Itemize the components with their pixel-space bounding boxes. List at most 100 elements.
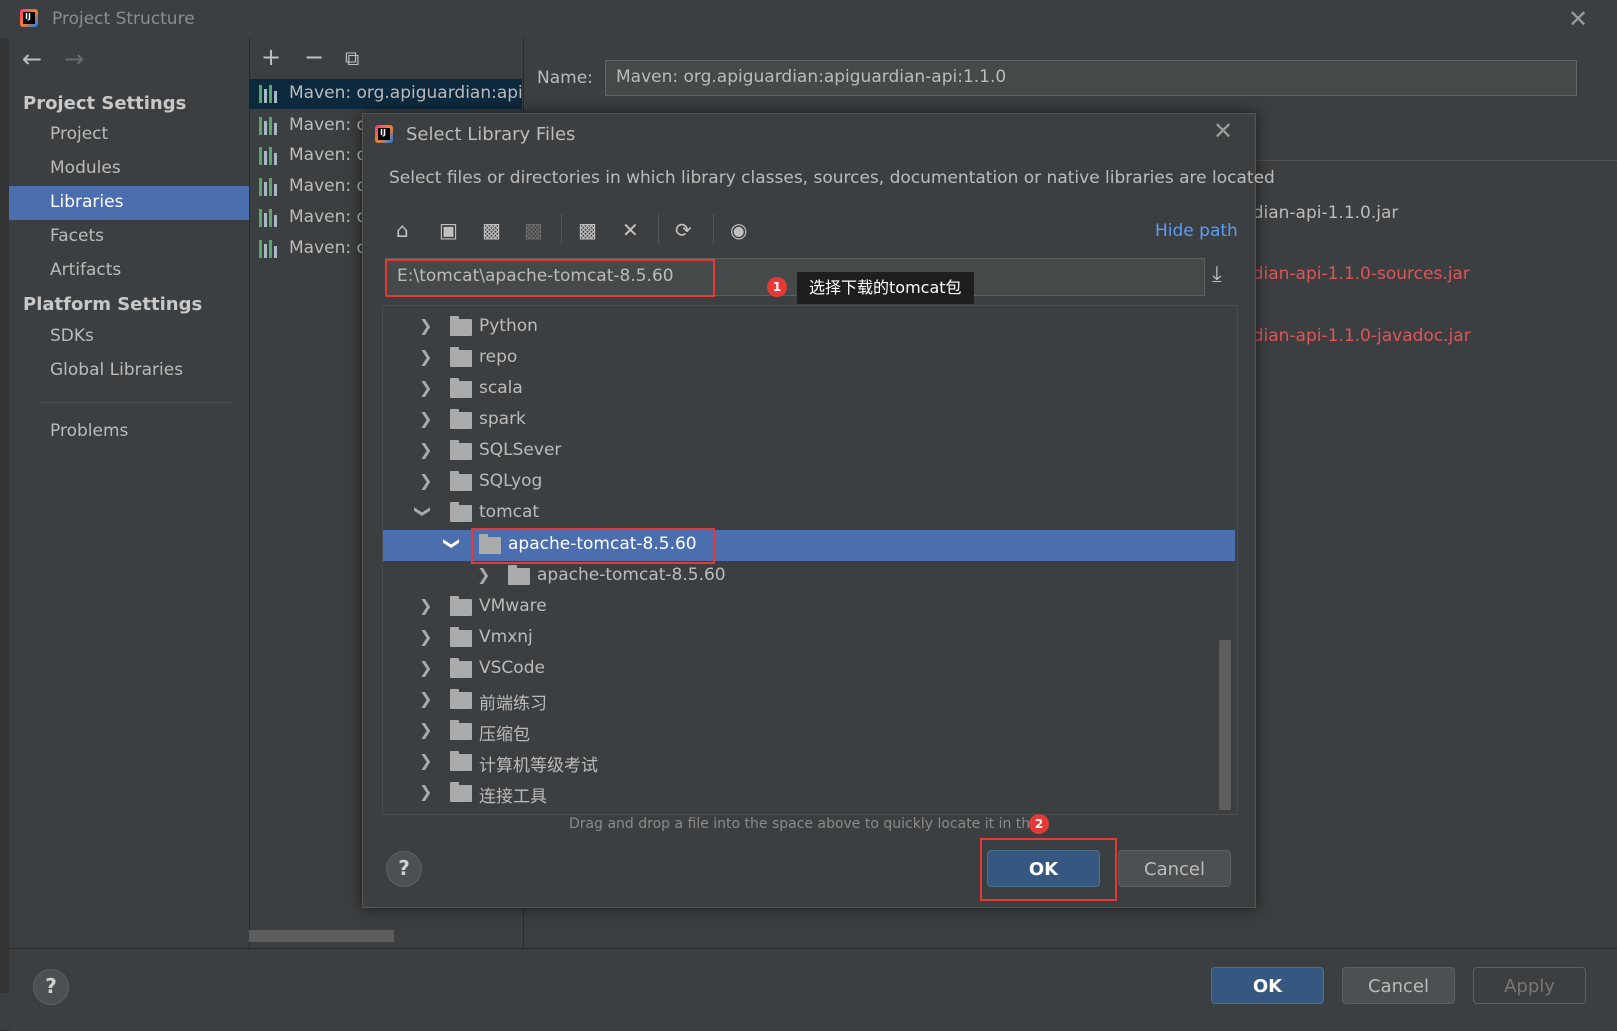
tree-row[interactable]: ❯ Python [383, 312, 1235, 343]
folder-icon [450, 720, 472, 740]
delete-icon[interactable]: ✕ [622, 218, 639, 242]
classes-jar-entry[interactable]: rdian-api-1.1.0.jar [1246, 203, 1398, 223]
chevron-right-icon: ❯ [477, 565, 491, 584]
tree-row[interactable]: ❯ 计算机等级考试 [383, 747, 1235, 778]
sidebar-item-project[interactable]: Project [9, 118, 249, 152]
sidebar-item-facets[interactable]: Facets [9, 220, 249, 254]
help-button[interactable]: ? [33, 969, 69, 1005]
dialog-cancel-button[interactable]: Cancel [1118, 850, 1231, 887]
intellij-logo-icon: IJ [20, 9, 38, 27]
tree-row[interactable]: ❯ spark [383, 405, 1235, 436]
sidebar-item-global-libraries[interactable]: Global Libraries [9, 354, 249, 388]
name-field[interactable]: Maven: org.apiguardian:apiguardian-api:1… [605, 60, 1577, 96]
remove-icon[interactable]: − [304, 43, 324, 71]
chevron-down-icon: ❯ [414, 504, 434, 519]
folder-icon [450, 316, 472, 336]
folder-icon [450, 658, 472, 678]
library-icon [259, 117, 281, 135]
tree-row[interactable]: ❯ tomcat [383, 498, 1235, 529]
sidebar-item-modules[interactable]: Modules [9, 152, 249, 186]
new-folder-icon[interactable]: ▩ [578, 218, 597, 242]
path-annotation-box [385, 259, 715, 297]
tree-row[interactable]: ❯ repo [383, 343, 1235, 374]
selection-annotation-box [471, 528, 715, 564]
tree-row[interactable]: ❯ VMware [383, 592, 1235, 623]
back-arrow-icon[interactable]: ← [22, 45, 42, 73]
tree-row[interactable]: ❯ VSCode [383, 654, 1235, 685]
sidebar-item-libraries[interactable]: Libraries [9, 186, 249, 220]
tree-row[interactable]: ❯ 前端练习 [383, 685, 1235, 716]
name-label: Name: [537, 68, 593, 88]
show-hidden-icon[interactable]: ◉ [730, 218, 747, 242]
module-folder-icon[interactable]: ▩ [524, 218, 543, 242]
chevron-right-icon: ❯ [419, 471, 433, 490]
annotation-tooltip: 选择下载的tomcat包 [797, 272, 974, 304]
folder-icon [450, 409, 472, 429]
ok-button[interactable]: OK [1211, 967, 1324, 1004]
sidebar-item-sdks[interactable]: SDKs [9, 320, 249, 354]
dialog-help-button[interactable]: ? [386, 851, 422, 887]
tree-row[interactable]: ❯ SQLyog [383, 467, 1235, 498]
copy-icon[interactable]: ⧉ [345, 46, 359, 70]
forward-arrow-icon[interactable]: → [64, 45, 84, 73]
chevron-right-icon: ❯ [419, 409, 433, 428]
folder-icon [450, 440, 472, 460]
download-icon[interactable]: ⤓ [1212, 262, 1222, 287]
library-icon [259, 178, 281, 196]
home-icon[interactable]: ⌂ [396, 218, 409, 242]
chevron-right-icon: ❯ [419, 751, 433, 770]
apply-button[interactable]: Apply [1473, 967, 1586, 1004]
sources-jar-entry[interactable]: rdian-api-1.1.0-sources.jar [1246, 264, 1470, 284]
title-bar [0, 0, 1617, 38]
chevron-right-icon: ❯ [419, 596, 433, 615]
cancel-button[interactable]: Cancel [1342, 967, 1455, 1004]
sidebar-item-problems[interactable]: Problems [9, 415, 249, 449]
close-icon[interactable]: ✕ [1568, 5, 1588, 33]
chevron-right-icon: ❯ [419, 782, 433, 801]
tree-row[interactable]: ❯ SQLSever [383, 436, 1235, 467]
desktop-icon[interactable]: ▣ [439, 218, 458, 242]
annotation-badge-1: 1 [767, 277, 787, 297]
dialog-description: Select files or directories in which lib… [389, 168, 1275, 188]
drag-drop-hint: Drag and drop a file into the space abov… [569, 816, 1049, 832]
library-icon [259, 147, 281, 165]
project-settings-header: Project Settings [23, 93, 187, 114]
sidebar-divider [40, 402, 232, 403]
sidebar-item-artifacts[interactable]: Artifacts [9, 254, 249, 288]
hide-path-link[interactable]: Hide path [1155, 221, 1238, 241]
tree-row[interactable]: ❯ apache-tomcat-8.5.60 [383, 561, 1235, 592]
ok-annotation-box [980, 838, 1117, 901]
tree-row[interactable]: ❯ Vmxnj [383, 623, 1235, 654]
libraries-scrollbar[interactable] [249, 930, 394, 942]
javadoc-jar-entry[interactable]: rdian-api-1.1.0-javadoc.jar [1246, 326, 1471, 346]
folder-icon [450, 689, 472, 709]
chevron-right-icon: ❯ [419, 627, 433, 646]
chevron-right-icon: ❯ [419, 720, 433, 739]
chevron-right-icon: ❯ [419, 347, 433, 366]
dialog-close-icon[interactable]: ✕ [1213, 117, 1233, 145]
folder-icon [450, 347, 472, 367]
folder-icon [508, 565, 530, 585]
chevron-right-icon: ❯ [419, 689, 433, 708]
library-icon [259, 209, 281, 227]
library-icon [259, 240, 281, 258]
refresh-icon[interactable]: ⟳ [675, 218, 692, 242]
add-icon[interactable]: + [261, 43, 281, 71]
chevron-down-icon: ❯ [443, 536, 463, 551]
tree-row[interactable]: ❯ scala [383, 374, 1235, 405]
detail-divider [1235, 160, 1617, 161]
toolbar-separator [658, 214, 659, 244]
project-folder-icon[interactable]: ▩ [482, 218, 501, 242]
tree-row[interactable]: ❯ 压缩包 [383, 716, 1235, 747]
folder-icon [450, 596, 472, 616]
tree-row[interactable]: ❯ 连接工具 [383, 778, 1235, 809]
toolbar-separator [713, 214, 714, 244]
chevron-right-icon: ❯ [419, 316, 433, 335]
toolbar-separator [561, 214, 562, 244]
folder-icon [450, 627, 472, 647]
tree-scrollbar[interactable] [1219, 640, 1231, 810]
library-row[interactable]: Maven: org.apiguardian:apiguardian-api:1… [249, 79, 522, 109]
folder-icon [450, 782, 472, 802]
platform-settings-header: Platform Settings [23, 294, 203, 315]
folder-icon [450, 751, 472, 771]
